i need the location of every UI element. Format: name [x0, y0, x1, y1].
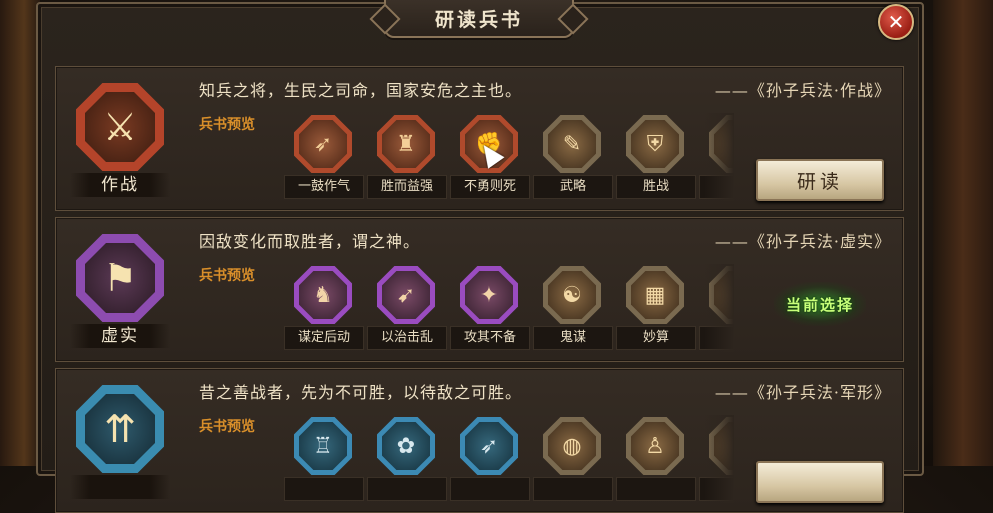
book-emblem[interactable]: ⚑ 虚实	[70, 232, 170, 352]
monk-icon: ♙	[631, 422, 679, 470]
close-button[interactable]: ✕	[878, 4, 914, 40]
skill-item[interactable]: ◍	[533, 415, 613, 503]
window-title: 研读兵书	[434, 8, 523, 31]
skill-label: 胜而益强	[367, 175, 447, 199]
palm-tree-icon: ✿	[382, 422, 430, 470]
skill-item[interactable]: ✦ 攻其不备	[450, 264, 530, 352]
scroll-icon: ✎	[548, 120, 596, 168]
skill-label: 攻其不备	[450, 326, 530, 350]
skill-label: 以治击乱	[367, 326, 447, 350]
advisor-icon: ☯	[548, 271, 596, 319]
book-card-zuozhan: ⚔ 作战 知兵之将，生民之司命，国家安危之主也。 ——《孙子兵法·作战》 兵书预…	[55, 66, 904, 211]
skill-list: ♞ 谋定后动 ➹ 以治击乱 ✦ 攻其不备 ☯ 鬼谋 ▦ 妙算	[284, 264, 734, 352]
strategist-icon: ♞	[299, 271, 347, 319]
assassin-icon: ✦	[465, 271, 513, 319]
skill-label: 谋定后动	[284, 326, 364, 350]
book-source: ——《孙子兵法·军形》	[714, 383, 891, 402]
skill-item[interactable]: ♜ 胜而益强	[367, 113, 447, 201]
skill-item[interactable]: ➶	[450, 415, 530, 503]
book-name	[70, 475, 170, 499]
study-button[interactable]	[756, 461, 884, 503]
book-source: ——《孙子兵法·作战》	[714, 81, 891, 100]
book-quote: 因敌变化而取胜者，谓之神。	[199, 232, 421, 251]
book-name: 作战	[70, 173, 170, 197]
skill-label	[284, 477, 364, 501]
formation-icon: ⇈	[85, 394, 155, 464]
drum-icon: ◍	[548, 422, 596, 470]
crossed-swords-icon: ⚔	[85, 92, 155, 162]
archer-icon: ➹	[382, 271, 430, 319]
book-emblem[interactable]: ⚔ 作战	[70, 81, 170, 201]
title-plate: 研读兵书	[384, 0, 574, 38]
background-right	[933, 0, 993, 466]
book-quote: 知兵之将，生民之司命，国家安危之主也。	[199, 81, 523, 100]
skill-label: 鬼谋	[533, 326, 613, 350]
scroll-fade	[704, 113, 734, 201]
abacus-icon: ▦	[631, 271, 679, 319]
skill-label: 妙算	[616, 326, 696, 350]
warrior-icon: ♜	[382, 120, 430, 168]
skill-label	[533, 477, 613, 501]
banner-icon: ⚑	[85, 243, 155, 313]
book-emblem[interactable]: ⇈	[70, 383, 170, 503]
skill-label: 胜战	[616, 175, 696, 199]
skill-item[interactable]: ➹ 以治击乱	[367, 264, 447, 352]
spear-rush-icon: ➶	[299, 120, 347, 168]
background-left	[0, 0, 40, 466]
skill-list: ♖ ✿ ➶ ◍ ♙	[284, 415, 734, 503]
skill-label: 武略	[533, 175, 613, 199]
skill-item[interactable]: ♙	[616, 415, 696, 503]
skill-label: 不勇则死	[450, 175, 530, 199]
scroll-fade	[704, 415, 734, 503]
book-card-junxing: ⇈ 昔之善战者，先为不可胜，以待敌之可胜。 ——《孙子兵法·军形》 兵书预览 ♖…	[55, 368, 904, 513]
current-selection-badge: 当前选择	[774, 282, 866, 326]
scroll-fade	[704, 264, 734, 352]
skill-list: ➶ 一鼓作气 ♜ 胜而益强 ✊ 不勇则死 ✎ 武略 ⛨ 胜战	[284, 113, 734, 201]
skill-item[interactable]: ☯ 鬼谋	[533, 264, 613, 352]
skill-item[interactable]: ⛨ 胜战	[616, 113, 696, 201]
preview-label: 兵书预览	[199, 419, 255, 435]
preview-label: 兵书预览	[199, 268, 255, 284]
skill-item[interactable]: ▦ 妙算	[616, 264, 696, 352]
shield-icon: ⛨	[631, 120, 679, 168]
skill-label: 一鼓作气	[284, 175, 364, 199]
preview-label: 兵书预览	[199, 117, 255, 133]
skill-label	[450, 477, 530, 501]
lancer-icon: ➶	[465, 422, 513, 470]
skill-item[interactable]: ➶ 一鼓作气	[284, 113, 364, 201]
skill-item[interactable]: ✿	[367, 415, 447, 503]
close-icon: ✕	[887, 10, 905, 34]
book-card-xushi: ⚑ 虚实 因敌变化而取胜者，谓之神。 ——《孙子兵法·虚实》 兵书预览 ♞ 谋定…	[55, 217, 904, 362]
skill-label	[616, 477, 696, 501]
skill-item[interactable]: ♖	[284, 415, 364, 503]
book-source: ——《孙子兵法·虚实》	[714, 232, 891, 251]
study-button[interactable]: 研读	[756, 159, 884, 201]
skill-label	[367, 477, 447, 501]
book-name: 虚实	[70, 324, 170, 348]
fortress-icon: ♖	[299, 422, 347, 470]
skill-item[interactable]: ✎ 武略	[533, 113, 613, 201]
skill-item[interactable]: ♞ 谋定后动	[284, 264, 364, 352]
book-quote: 昔之善战者，先为不可胜，以待敌之可胜。	[199, 383, 523, 402]
